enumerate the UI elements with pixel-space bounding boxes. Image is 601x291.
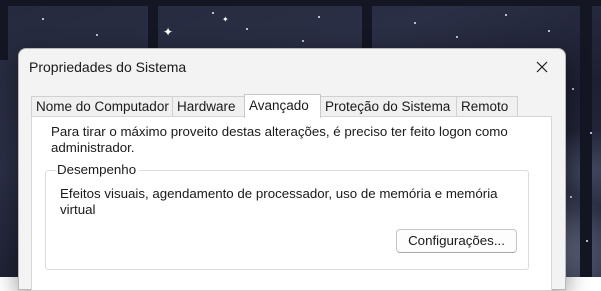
star (590, 132, 592, 134)
star (96, 34, 98, 36)
admin-notice-text: Para tirar o máximo proveito destas alte… (51, 124, 508, 155)
star (570, 196, 572, 198)
tab-computer-name[interactable]: Nome do Computador (31, 96, 173, 116)
star (414, 22, 416, 24)
bright-star: ✦ (222, 15, 229, 24)
title-bar[interactable]: Propriedades do Sistema (19, 49, 565, 87)
star (586, 240, 588, 242)
performance-group-label: Desempenho (56, 162, 140, 178)
window-frame-bar (580, 0, 592, 277)
performance-group: Desempenho Efeitos visuais, agendamento … (45, 162, 529, 270)
close-button[interactable] (519, 49, 565, 85)
advanced-tab-panel: Para tirar o máximo proveito destas alte… (31, 116, 552, 291)
star (456, 36, 458, 38)
close-icon (536, 61, 548, 73)
star (572, 88, 574, 90)
star (246, 28, 248, 30)
window-frame-bar (0, 0, 601, 6)
tab-system-protection[interactable]: Proteção do Sistema (320, 96, 457, 116)
bright-star: ✦ (163, 25, 174, 39)
system-properties-dialog: Propriedades do Sistema Nome do Computad… (18, 48, 566, 291)
window-title: Propriedades do Sistema (29, 59, 187, 75)
performance-settings-button[interactable]: Configurações... (396, 229, 517, 253)
star (212, 12, 214, 14)
star (318, 16, 320, 18)
tab-remote[interactable]: Remoto (456, 96, 518, 116)
star (505, 14, 507, 16)
star (302, 40, 304, 42)
tab-hardware[interactable]: Hardware (172, 96, 245, 116)
star (548, 30, 550, 32)
tab-advanced[interactable]: Avançado (244, 94, 321, 118)
performance-description: Efeitos visuais, agendamento de processa… (60, 186, 498, 217)
star (42, 18, 44, 20)
window-frame-bar (0, 0, 8, 60)
